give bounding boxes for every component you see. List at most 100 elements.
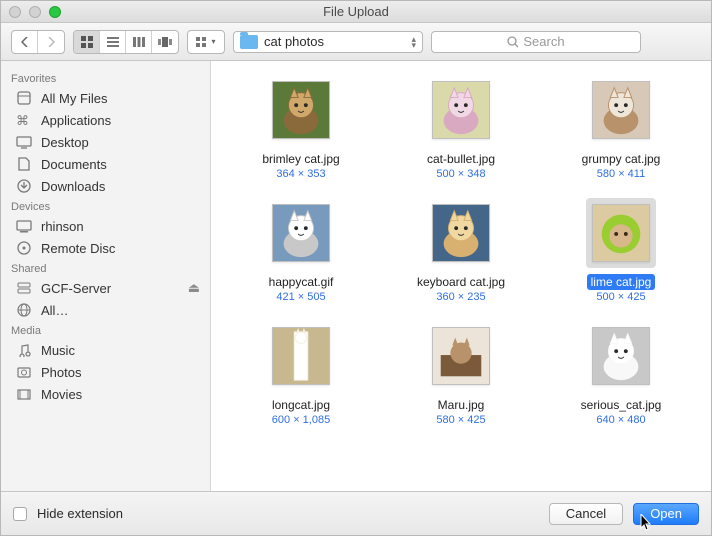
movies-icon (15, 386, 33, 402)
window-title: File Upload (1, 4, 711, 19)
desktop-icon (15, 134, 33, 150)
columns-icon (133, 37, 145, 47)
file-item[interactable]: keyboard cat.jpg360 × 235 (385, 198, 537, 303)
file-name: keyboard cat.jpg (413, 274, 509, 290)
search-placeholder: Search (523, 34, 564, 49)
file-thumbnail-wrap (586, 198, 656, 268)
search-field[interactable]: Search (431, 31, 641, 53)
file-dimensions: 580 × 425 (436, 414, 485, 426)
file-dimensions: 360 × 235 (436, 291, 485, 303)
file-dimensions: 421 × 505 (276, 291, 325, 303)
file-thumbnail (432, 204, 490, 262)
all-files-icon (15, 90, 33, 106)
file-grid[interactable]: brimley cat.jpg364 × 353cat-bullet.jpg50… (211, 61, 711, 491)
photos-icon (15, 364, 33, 380)
file-item[interactable]: Maru.jpg580 × 425 (385, 321, 537, 426)
computer-icon (15, 218, 33, 234)
file-dimensions: 640 × 480 (596, 414, 645, 426)
titlebar: File Upload (1, 1, 711, 23)
file-name: cat-bullet.jpg (423, 151, 499, 167)
file-item[interactable]: lime cat.jpg500 × 425 (545, 198, 697, 303)
file-item[interactable]: cat-bullet.jpg500 × 348 (385, 75, 537, 180)
arrange-menu[interactable]: ▾ (187, 30, 225, 54)
file-item[interactable]: longcat.jpg600 × 1,085 (225, 321, 377, 426)
file-thumbnail (432, 327, 490, 385)
globe-icon (15, 302, 33, 318)
forward-button[interactable] (38, 31, 64, 53)
open-button[interactable]: Open (633, 503, 699, 525)
file-dimensions: 580 × 411 (597, 168, 645, 180)
music-icon (15, 342, 33, 358)
sidebar-item-desktop[interactable]: Desktop (1, 131, 210, 153)
list-view-button[interactable] (100, 31, 126, 53)
column-view-button[interactable] (126, 31, 152, 53)
file-name: lime cat.jpg (587, 274, 656, 290)
sidebar-item-label: Desktop (41, 135, 89, 150)
sidebar-item-computer[interactable]: rhinson (1, 215, 210, 237)
view-mode-segment (73, 30, 179, 54)
chevron-left-icon (21, 37, 29, 47)
file-dimensions: 600 × 1,085 (272, 414, 330, 426)
list-icon (107, 37, 119, 47)
sidebar-item-movies[interactable]: Movies (1, 383, 210, 405)
downloads-icon (15, 178, 33, 194)
sidebar-item-disc[interactable]: Remote Disc (1, 237, 210, 259)
file-thumbnail (592, 327, 650, 385)
file-thumbnail (432, 81, 490, 139)
sidebar-item-server[interactable]: GCF-Server⏏ (1, 277, 210, 299)
applications-icon: ⌘ (15, 112, 33, 128)
file-name: brimley cat.jpg (258, 151, 343, 167)
path-label: cat photos (264, 34, 324, 49)
sidebar-item-documents[interactable]: Documents (1, 153, 210, 175)
file-thumbnail (272, 81, 330, 139)
hide-extension-checkbox[interactable] (13, 507, 27, 521)
file-thumbnail-wrap (586, 321, 656, 391)
server-icon (15, 280, 33, 296)
sidebar-item-all-files[interactable]: All My Files (1, 87, 210, 109)
hide-extension-label: Hide extension (37, 506, 123, 521)
path-dropdown[interactable]: cat photos ▴▾ (233, 31, 423, 53)
disc-icon (15, 240, 33, 256)
sidebar-item-applications[interactable]: ⌘ Applications (1, 109, 210, 131)
arrange-icon (196, 37, 208, 47)
file-upload-window: File Upload (0, 0, 712, 536)
file-dimensions: 500 × 348 (436, 168, 485, 180)
back-button[interactable] (12, 31, 38, 53)
file-thumbnail (592, 204, 650, 262)
sidebar-item-label: Movies (41, 387, 82, 402)
sidebar-item-label: Remote Disc (41, 241, 115, 256)
file-name: longcat.jpg (268, 397, 334, 413)
content-area: FavoritesAll My Files⌘ApplicationsDeskto… (1, 61, 711, 491)
sidebar-item-label: All My Files (41, 91, 107, 106)
file-thumbnail (272, 327, 330, 385)
file-item[interactable]: happycat.gif421 × 505 (225, 198, 377, 303)
cancel-button[interactable]: Cancel (549, 503, 623, 525)
search-icon (507, 36, 519, 48)
footer: Hide extension Cancel Open (1, 491, 711, 535)
file-thumbnail-wrap (586, 75, 656, 145)
file-name: grumpy cat.jpg (578, 151, 665, 167)
sidebar-item-label: Applications (41, 113, 111, 128)
eject-icon[interactable]: ⏏ (188, 280, 200, 296)
file-item[interactable]: brimley cat.jpg364 × 353 (225, 75, 377, 180)
file-thumbnail (272, 204, 330, 262)
sidebar-item-label: Downloads (41, 179, 105, 194)
coverflow-view-button[interactable] (152, 31, 178, 53)
file-dimensions: 364 × 353 (276, 168, 325, 180)
file-thumbnail-wrap (266, 321, 336, 391)
sidebar-item-label: rhinson (41, 219, 84, 234)
sidebar-item-globe[interactable]: All… (1, 299, 210, 321)
file-thumbnail-wrap (266, 75, 336, 145)
file-item[interactable]: serious_cat.jpg640 × 480 (545, 321, 697, 426)
sidebar-item-photos[interactable]: Photos (1, 361, 210, 383)
nav-back-forward (11, 30, 65, 54)
file-item[interactable]: grumpy cat.jpg580 × 411 (545, 75, 697, 180)
sidebar-item-music[interactable]: Music (1, 339, 210, 361)
toolbar: ▾ cat photos ▴▾ Search (1, 23, 711, 61)
icon-view-button[interactable] (74, 31, 100, 53)
sidebar-item-label: Music (41, 343, 75, 358)
path-chevrons-icon: ▴▾ (411, 36, 416, 48)
sidebar-item-downloads[interactable]: Downloads (1, 175, 210, 197)
file-thumbnail-wrap (426, 321, 496, 391)
sidebar-item-label: All… (41, 303, 68, 318)
